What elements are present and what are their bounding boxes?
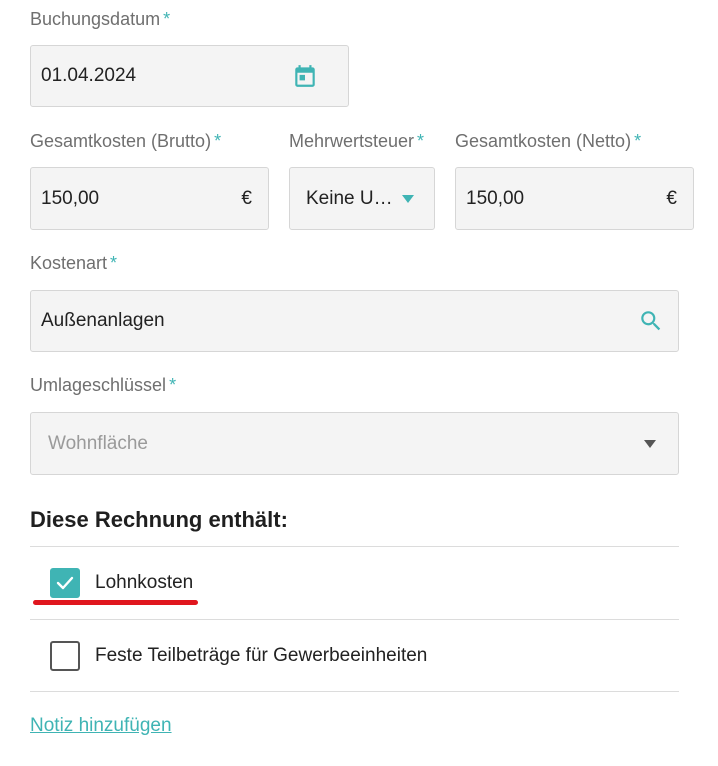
divider bbox=[30, 691, 679, 692]
divider bbox=[30, 546, 679, 547]
vat-select[interactable]: Keine U… bbox=[289, 167, 435, 230]
dropdown-arrow-icon bbox=[644, 439, 656, 448]
booking-date-label: Buchungsdatum * bbox=[30, 9, 170, 30]
required-mark: * bbox=[214, 131, 222, 151]
vat-label: Mehrwertsteuer * bbox=[289, 131, 424, 152]
cost-type-value: Außenanlagen bbox=[41, 310, 165, 331]
booking-date-value: 01.04.2024 bbox=[41, 65, 137, 86]
allocation-key-label: Umlageschlüssel * bbox=[30, 375, 176, 396]
net-cost-value: 150,00 bbox=[466, 187, 525, 209]
allocation-key-value: Wohnfläche bbox=[48, 432, 148, 454]
cost-type-input[interactable]: Außenanlagen bbox=[30, 290, 679, 352]
divider bbox=[30, 619, 679, 620]
allocation-key-select[interactable]: Wohnfläche bbox=[30, 412, 679, 475]
required-mark: * bbox=[169, 375, 177, 395]
add-note-link[interactable]: Notiz hinzufügen bbox=[30, 715, 172, 737]
gross-cost-value: 150,00 bbox=[41, 187, 100, 209]
vat-label-text: Mehrwertsteuer bbox=[289, 131, 415, 151]
cost-type-label-text: Kostenart bbox=[30, 253, 108, 273]
required-mark: * bbox=[417, 131, 425, 151]
invoice-contents-heading: Diese Rechnung enthält: bbox=[30, 507, 288, 532]
required-mark: * bbox=[634, 131, 642, 151]
feste-teilbetraege-checkbox[interactable] bbox=[50, 641, 80, 671]
calendar-icon[interactable] bbox=[292, 63, 318, 89]
booking-date-label-text: Buchungsdatum bbox=[30, 9, 161, 29]
net-cost-label: Gesamtkosten (Netto) * bbox=[455, 131, 641, 152]
euro-suffix: € bbox=[666, 187, 677, 209]
gross-cost-label-text: Gesamtkosten (Brutto) bbox=[30, 131, 212, 151]
checkmark-icon bbox=[56, 576, 74, 590]
dropdown-arrow-icon bbox=[402, 194, 414, 203]
net-cost-input[interactable]: 150,00 € bbox=[455, 167, 694, 230]
vat-value: Keine U… bbox=[306, 187, 393, 209]
lohnkosten-checkbox[interactable] bbox=[50, 568, 80, 598]
search-icon[interactable] bbox=[638, 308, 664, 334]
required-mark: * bbox=[110, 253, 118, 273]
gross-cost-input[interactable]: 150,00 € bbox=[30, 167, 269, 230]
red-underline-annotation bbox=[33, 600, 198, 605]
feste-teilbetraege-label[interactable]: Feste Teilbeträge für Gewerbeeinheiten bbox=[95, 645, 427, 667]
lohnkosten-label[interactable]: Lohnkosten bbox=[95, 572, 193, 594]
allocation-key-label-text: Umlageschlüssel bbox=[30, 375, 167, 395]
cost-type-label: Kostenart * bbox=[30, 253, 117, 274]
net-cost-label-text: Gesamtkosten (Netto) bbox=[455, 131, 632, 151]
required-mark: * bbox=[163, 9, 171, 29]
euro-suffix: € bbox=[241, 187, 252, 209]
gross-cost-label: Gesamtkosten (Brutto) * bbox=[30, 131, 221, 152]
booking-date-input[interactable]: 01.04.2024 bbox=[30, 45, 349, 107]
